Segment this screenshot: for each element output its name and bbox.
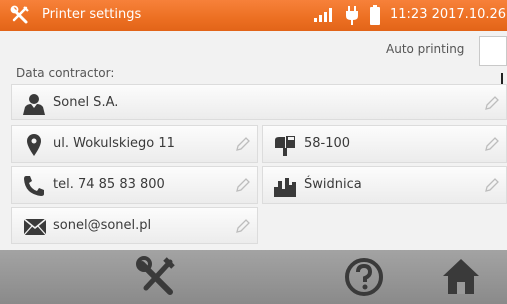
home-icon[interactable] (440, 256, 482, 298)
battery-icon (370, 5, 380, 25)
mailbox-icon (275, 136, 295, 156)
street-field[interactable]: ul. Wokulskiego 11 (11, 125, 258, 163)
edit-pencil-icon[interactable] (235, 136, 251, 152)
city-icon (274, 178, 296, 197)
email-value: sonel@sonel.pl (53, 218, 152, 233)
envelope-icon (23, 218, 47, 236)
edit-pencil-icon[interactable] (484, 177, 500, 193)
edit-pencil-icon[interactable] (235, 177, 251, 193)
window-title: Printer settings (42, 7, 142, 22)
settings-tools-icon[interactable] (136, 256, 178, 298)
city-field[interactable]: Świdnica (262, 166, 507, 204)
plug-icon (346, 6, 358, 25)
clock: 11:23 2017.10.26 (390, 7, 507, 22)
edit-pencil-icon[interactable] (235, 218, 251, 234)
location-pin-icon (27, 134, 41, 156)
phone-field[interactable]: tel. 74 85 83 800 (11, 166, 258, 204)
city-value: Świdnica (304, 177, 362, 192)
auto-printing-label: Auto printing (386, 42, 465, 56)
status-bar: Printer settings 11:23 2017.10.26 (0, 0, 507, 31)
edit-pencil-icon[interactable] (484, 136, 500, 152)
data-contractor-label: Data contractor: (16, 66, 115, 80)
postcode-field[interactable]: 58-100 (262, 125, 507, 163)
signal-icon (314, 8, 332, 22)
phone-value: tel. 74 85 83 800 (53, 177, 165, 192)
settings-tools-icon (10, 5, 29, 24)
street-value: ul. Wokulskiego 11 (53, 136, 175, 151)
phone-icon (24, 176, 44, 196)
person-icon (23, 94, 45, 115)
contractor-name-value: Sonel S.A. (53, 95, 119, 110)
contractor-name-field[interactable]: Sonel S.A. (11, 84, 507, 120)
auto-printing-field[interactable] (479, 36, 507, 66)
help-icon[interactable] (343, 256, 385, 298)
postcode-value: 58-100 (304, 136, 351, 151)
bottom-toolbar (0, 250, 507, 304)
edit-pencil-icon[interactable] (484, 95, 500, 111)
email-field[interactable]: sonel@sonel.pl (11, 207, 258, 244)
